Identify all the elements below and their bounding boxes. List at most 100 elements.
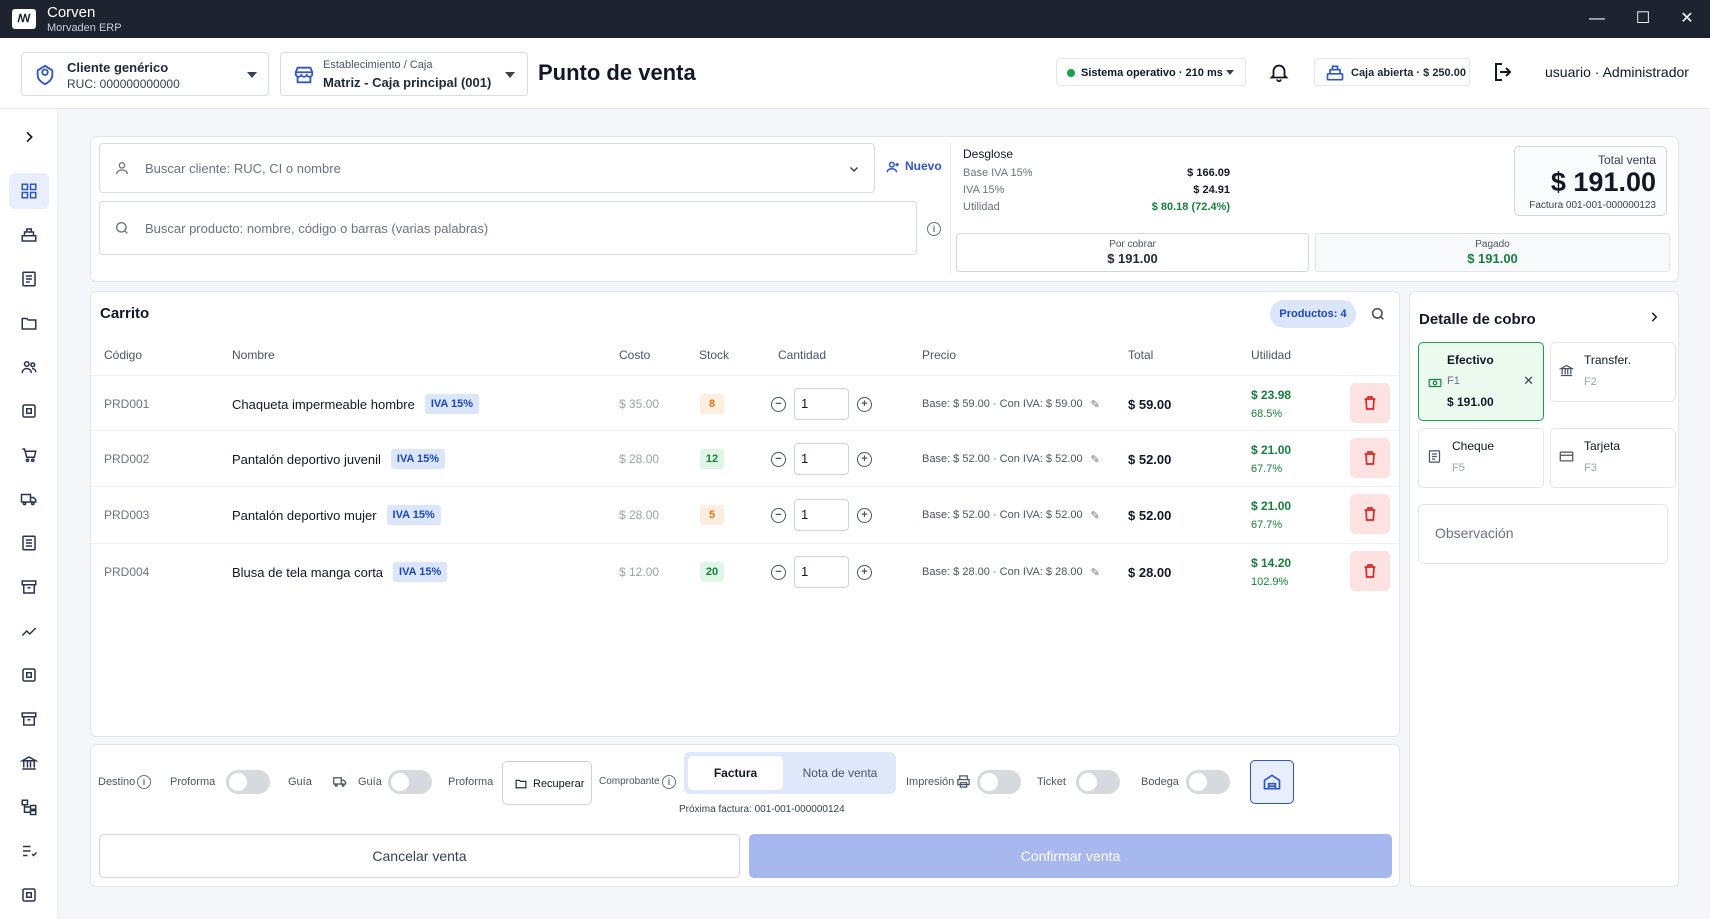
sidebar-item-settings[interactable]	[9, 877, 49, 913]
proforma-toggle[interactable]	[226, 770, 270, 794]
maximize-button[interactable]: ☐	[1632, 8, 1654, 30]
quantity-input[interactable]: 1	[794, 499, 849, 531]
plus-icon[interactable]: +	[857, 451, 872, 467]
sidebar-item-purchases[interactable]	[9, 437, 49, 473]
establishment-selector[interactable]: Establecimiento / Caja Matriz - Caja pri…	[280, 52, 528, 96]
delete-row-button[interactable]	[1350, 383, 1390, 423]
warehouse-toggle[interactable]	[1186, 770, 1230, 794]
tab-sales-note[interactable]: Nota de venta	[790, 756, 890, 790]
minus-icon[interactable]: −	[771, 507, 786, 523]
row-profit: $ 21.00 67.7%	[1251, 487, 1291, 543]
ticket-toggle[interactable]	[1076, 770, 1120, 794]
guide-toggle[interactable]	[388, 770, 432, 794]
quantity-input[interactable]: 1	[794, 556, 849, 588]
folder-icon	[515, 779, 527, 789]
close-window-button[interactable]: ✕	[1676, 8, 1698, 30]
sidebar-item-storage[interactable]	[9, 701, 49, 737]
sidebar-item-analytics[interactable]	[9, 613, 49, 649]
cash-register-status[interactable]: Caja abierta · $ 250.00	[1314, 58, 1470, 86]
sidebar-item-inventory[interactable]	[9, 569, 49, 605]
edit-icon[interactable]: ✎	[1091, 509, 1100, 522]
delete-row-button[interactable]	[1350, 438, 1390, 478]
product-stock: 12	[700, 431, 724, 487]
sidebar-item-structure[interactable]	[9, 789, 49, 825]
ledger-icon	[22, 888, 36, 902]
minus-icon[interactable]: −	[771, 396, 786, 412]
product-search-input[interactable]: Buscar producto: nombre, código o barras…	[99, 201, 917, 255]
print-toggle[interactable]	[977, 770, 1021, 794]
edit-icon[interactable]: ✎	[1091, 398, 1100, 411]
payment-method-transfer[interactable]: Transfer. F2	[1550, 342, 1676, 402]
top-header: Cliente genérico RUC: 000000000000 Estab…	[0, 38, 1710, 109]
plus-icon[interactable]: +	[857, 507, 872, 523]
bell-icon[interactable]	[1268, 61, 1290, 83]
info-icon[interactable]: i	[662, 775, 676, 789]
sidebar-item-folders[interactable]	[9, 305, 49, 341]
plus-icon[interactable]: +	[857, 396, 872, 412]
minus-icon[interactable]: −	[771, 564, 786, 580]
sidebar-item-bank[interactable]	[9, 745, 49, 781]
product-stock: 5	[700, 487, 724, 543]
user-badge-icon	[36, 64, 54, 86]
sidebar-item-ledger[interactable]	[9, 393, 49, 429]
guide-label-2: Guía	[358, 776, 382, 788]
payment-method-key: F1	[1447, 375, 1460, 387]
minimize-button[interactable]: —	[1586, 8, 1608, 30]
list-icon	[22, 535, 36, 551]
sidebar-item-shipping[interactable]	[9, 481, 49, 517]
tax-badge: IVA 15%	[424, 394, 480, 414]
breakdown-value-utilidad: $ 80.18 (72.4%)	[1151, 201, 1230, 213]
payment-method-key: F3	[1584, 462, 1597, 474]
minus-icon[interactable]: −	[771, 451, 786, 467]
delete-row-button[interactable]	[1350, 494, 1390, 534]
payment-method-key: F5	[1452, 462, 1465, 474]
product-stock: 20	[700, 544, 724, 600]
profit-value: $ 23.98	[1251, 388, 1292, 402]
quantity-stepper: −1 +	[771, 487, 872, 543]
payment-method-check[interactable]: Cheque F5	[1418, 428, 1544, 488]
edit-icon[interactable]: ✎	[1091, 566, 1100, 579]
sidebar-item-dashboard[interactable]	[9, 173, 49, 209]
quantity-input[interactable]: 1	[794, 443, 849, 475]
quantity-input[interactable]: 1	[794, 388, 849, 420]
row-profit: $ 23.98 68.5%	[1251, 376, 1291, 432]
observation-field[interactable]: Observación	[1418, 504, 1668, 564]
tab-invoice[interactable]: Factura	[688, 756, 783, 790]
sidebar-item-documents[interactable]	[9, 261, 49, 297]
observation-placeholder: Observación	[1435, 525, 1514, 541]
delete-row-button[interactable]	[1350, 551, 1390, 591]
sidebar-item-pos[interactable]	[9, 217, 49, 253]
payment-method-card[interactable]: Tarjeta F3	[1550, 428, 1676, 488]
user-label[interactable]: usuario · Administrador	[1545, 64, 1689, 80]
warehouse-button[interactable]	[1250, 760, 1294, 804]
search-icon[interactable]	[1370, 306, 1386, 322]
system-status[interactable]: Sistema operativo · 210 ms	[1056, 58, 1246, 86]
document-icon	[22, 271, 36, 287]
table-row: PRD003 Pantalón deportivo mujer IVA 15% $…	[91, 486, 1398, 542]
client-selector[interactable]: Cliente genérico RUC: 000000000000	[21, 52, 269, 96]
info-icon[interactable]: i	[927, 222, 941, 236]
sidebar-item-reports[interactable]	[9, 525, 49, 561]
ticket-label: Ticket	[1037, 776, 1066, 788]
close-icon[interactable]: ✕	[1523, 373, 1534, 389]
breakdown-label-base: Base IVA 15%	[963, 167, 1033, 179]
plus-icon[interactable]: +	[857, 564, 872, 580]
recover-button[interactable]: Recuperar	[502, 761, 592, 805]
product-cost: $ 35.00	[619, 397, 660, 411]
edit-icon[interactable]: ✎	[1091, 453, 1100, 466]
sidebar-item-clients[interactable]	[9, 349, 49, 385]
payment-method-cash[interactable]: Efectivo F1 $ 191.00 ✕	[1418, 342, 1544, 421]
client-search-input[interactable]: Buscar cliente: RUC, CI o nombre	[99, 143, 875, 193]
sidebar-item-accounts[interactable]	[9, 657, 49, 693]
paid-label: Pagado	[1475, 239, 1510, 250]
quantity-stepper: −1 +	[771, 544, 872, 600]
info-icon[interactable]: i	[137, 775, 151, 789]
chevron-right-icon[interactable]	[1647, 310, 1661, 324]
confirm-sale-button[interactable]: Confirmar venta	[749, 834, 1392, 878]
receivable-value: $ 191.00	[1107, 251, 1158, 266]
sidebar-expand-button[interactable]	[9, 119, 49, 155]
destination-label: Destino	[98, 776, 136, 788]
sidebar-item-tasks[interactable]	[9, 833, 49, 869]
logout-icon[interactable]	[1492, 60, 1516, 84]
cancel-sale-button[interactable]: Cancelar venta	[99, 834, 740, 878]
